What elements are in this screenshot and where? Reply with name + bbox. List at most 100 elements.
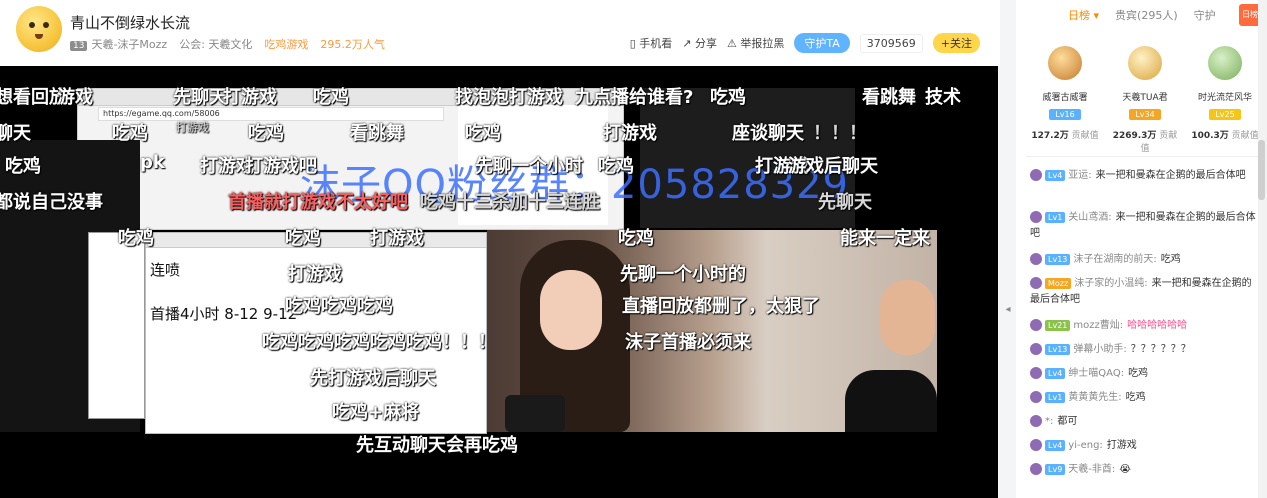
danmaku-item: 先聊天 <box>818 192 872 213</box>
user-badge-icon <box>1030 367 1042 379</box>
danmaku-item: 游戏后聊天 <box>788 156 878 177</box>
mobile-watch-button[interactable]: ▯ 手机看 <box>630 35 673 51</box>
danmaku-item: 打游戏 <box>176 121 209 134</box>
user-level-badge: Lv1 <box>1045 211 1066 223</box>
chat-text: ？？？？？？ <box>1130 344 1191 355</box>
danmaku-item: ！！！ <box>813 123 867 144</box>
danmaku-item: 游戏 <box>57 87 93 108</box>
user-level-badge: Lv1 <box>1045 391 1066 403</box>
follow-button[interactable]: +关注 <box>932 33 980 53</box>
guild-label[interactable]: 公会: 天羲文化 <box>179 36 252 52</box>
user-badge-icon <box>1030 415 1042 427</box>
danmaku-item: 打游戏吧 <box>245 156 317 177</box>
streamer-level-badge: 13 <box>70 41 88 51</box>
user-badge-icon <box>1030 211 1042 223</box>
user-badge-icon <box>1030 463 1042 475</box>
danmaku-item: pk <box>140 152 165 173</box>
tab-guard[interactable]: 守护 <box>1194 7 1216 23</box>
chat-message[interactable]: Lv21 mozz曹灿: 哈哈哈哈哈哈 <box>1030 318 1256 334</box>
share-button[interactable]: ↗ 分享 <box>682 35 717 51</box>
category-link[interactable]: 吃鸡游戏 <box>264 36 308 52</box>
danmaku-item: 吃鸡吃鸡吃鸡吃鸡吃鸡！！！ <box>262 332 496 353</box>
danmaku-item: 看跳舞 <box>350 123 404 144</box>
danmaku-item: 看跳舞 <box>862 87 916 108</box>
notepad-line-1: 连喷 <box>150 261 181 279</box>
danmaku-item: 吃鸡 <box>285 228 321 249</box>
scrollbar[interactable] <box>1258 0 1267 498</box>
chat-username[interactable]: 绅士喵QAQ: <box>1068 368 1124 379</box>
user-badge-icon <box>1030 343 1042 355</box>
streamer-name[interactable]: 天羲-沫子Mozz <box>91 38 167 51</box>
chat-username[interactable]: 弹幕小助手: <box>1073 344 1126 355</box>
danmaku-item: 先互动聊天会再吃鸡 <box>356 435 518 456</box>
chat-text: 吃鸡 <box>1128 368 1149 379</box>
chat-username[interactable]: 沫子在湖南的前天: <box>1073 254 1156 265</box>
chat-text: 吃鸡 <box>1125 392 1146 403</box>
chevron-left-icon: ◂ <box>1005 304 1011 315</box>
chat-message[interactable]: Lv9 天羲-非酋: 😭 <box>1030 462 1256 478</box>
video-player[interactable]: https://egame.qq.com/58006 连喷 首播4小时 8-12… <box>0 66 998 498</box>
danmaku-item: 吃鸡+麻将 <box>332 402 420 423</box>
danmaku-item: 聊天 <box>0 123 31 144</box>
guard-button[interactable]: 守护TA <box>794 33 850 53</box>
tab-daily-rank[interactable]: 日榜 ▾ <box>1068 7 1099 23</box>
danmaku-item: 打游戏 <box>603 123 657 144</box>
warning-icon: ⚠ <box>727 37 737 50</box>
user-level-badge: Lv4 <box>1045 439 1066 451</box>
danmaku-item: 先聊天 <box>173 87 227 108</box>
chat-username[interactable]: 沫子家的小温纯: <box>1074 278 1147 289</box>
chat-text: 来一把和曼森在企鹅的最后合体吧 <box>1095 170 1246 181</box>
rank-podium: 威署古威署 Lv16 127.2万 贡献值 天羲TUA君 Lv34 2269.3… <box>1030 46 1260 156</box>
podium-rank-2[interactable]: 威署古威署 Lv16 127.2万 贡献值 <box>1030 46 1100 141</box>
user-level-badge: Lv13 <box>1045 253 1071 265</box>
chat-username[interactable]: mozz曹灿: <box>1073 320 1123 331</box>
danmaku-item: 吃鸡 <box>313 87 349 108</box>
podium-rank-3[interactable]: 时光流茫风华 Lv25 100.3万 贡献值 <box>1190 46 1260 141</box>
danmaku-item: 打游戏 <box>370 228 424 249</box>
danmaku-item: 九点播给谁看? <box>575 87 694 108</box>
phone-icon: ▯ <box>629 37 636 50</box>
danmaku-item: 吃鸡 <box>618 228 654 249</box>
podium-rank-1[interactable]: 天羲TUA君 Lv34 2269.3万 贡献值 <box>1110 46 1180 154</box>
danmaku-item: 都说自己没事 <box>0 192 103 213</box>
chat-message[interactable]: Lv4 亚运: 来一把和曼森在企鹅的最后合体吧 <box>1030 168 1256 184</box>
danmaku-item: 技术 <box>925 87 961 108</box>
popularity-count: 295.2万人气 <box>320 38 385 51</box>
chat-username[interactable]: 黄黄黄先生: <box>1068 392 1121 403</box>
danmaku-item: 沫子首播必须来 <box>625 332 751 353</box>
chat-message[interactable]: Mozz 沫子家的小温纯: 来一把和曼森在企鹅的最后合体吧 <box>1030 276 1256 308</box>
danmaku-item: 座谈聊天 <box>732 123 804 144</box>
user-level-badge: Mozz <box>1045 277 1072 289</box>
user-level-badge: Lv21 <box>1045 319 1071 331</box>
danmaku-item: 首播就打游戏不太好吧 <box>228 192 408 213</box>
danmaku-item: 吃鸡 <box>465 123 501 144</box>
small-window-capture <box>88 232 145 419</box>
chat-text: 😭 <box>1119 464 1131 475</box>
danmaku-item: 吃鸡 <box>112 123 148 144</box>
chat-username[interactable]: 亚运: <box>1068 170 1091 181</box>
chat-message[interactable]: Lv13 沫子在湖南的前天: 吃鸡 <box>1030 252 1256 268</box>
chat-username[interactable]: 关山鸢酒: <box>1068 212 1111 223</box>
chat-username[interactable]: yi-eng: <box>1068 440 1103 451</box>
danmaku-item: 吃鸡 <box>118 228 154 249</box>
user-badge-icon <box>1030 169 1042 181</box>
chat-message[interactable]: *: 都可 <box>1030 414 1256 430</box>
fans-count: 3709569 <box>859 33 923 53</box>
danmaku-item: 吃鸡 <box>248 123 284 144</box>
chat-message[interactable]: Lv1 黄黄黄先生: 吃鸡 <box>1030 390 1256 406</box>
tab-vip[interactable]: 贵宾(295人) <box>1115 7 1178 23</box>
streamer-avatar[interactable] <box>16 6 62 52</box>
room-title: 青山不倒绿水长流 <box>70 14 191 32</box>
chat-username[interactable]: 天羲-非酋: <box>1068 464 1115 475</box>
chat-username[interactable]: *: <box>1045 416 1053 427</box>
collapse-toggle[interactable]: ◂ <box>1000 290 1016 330</box>
chat-message[interactable]: Lv4 绅士喵QAQ: 吃鸡 <box>1030 366 1256 382</box>
chat-message[interactable]: Lv1 关山鸢酒: 来一把和曼森在企鹅的最后合体吧 <box>1030 210 1256 242</box>
user-level-badge: Lv4 <box>1045 169 1066 181</box>
danmaku-item: 先打游戏后聊天 <box>310 368 436 389</box>
report-button[interactable]: ⚠ 举报拉黑 <box>727 35 784 51</box>
chat-message[interactable]: Lv13 弹幕小助手: ？？？？？？ <box>1030 342 1256 358</box>
room-header: 青山不倒绿水长流 13 天羲-沫子Mozz 公会: 天羲文化 吃鸡游戏 295.2… <box>0 0 1000 66</box>
danmaku-item: 先聊一个小时 <box>475 156 583 177</box>
chat-message[interactable]: Lv4 yi-eng: 打游戏 <box>1030 438 1256 454</box>
